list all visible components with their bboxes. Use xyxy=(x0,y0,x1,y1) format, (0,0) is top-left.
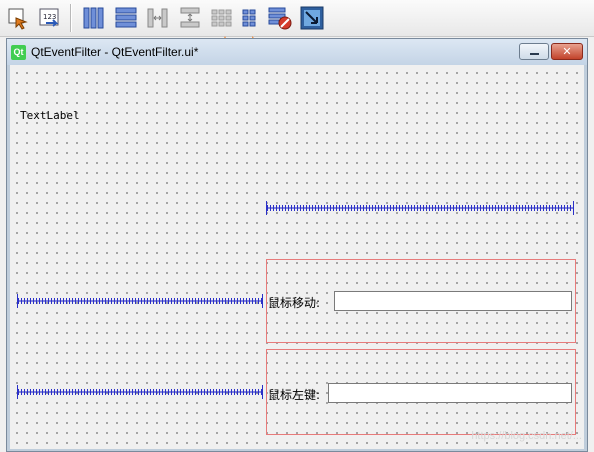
window-title: QtEventFilter - QtEventFilter.ui* xyxy=(31,45,199,59)
designer-toolbar: 123 xyxy=(0,0,594,37)
left-button-label[interactable]: 鼠标左键: xyxy=(268,386,320,403)
text-label[interactable]: TextLabel xyxy=(20,109,80,122)
left-button-field[interactable] xyxy=(328,383,572,403)
form-canvas[interactable]: TextLabel 鼠标移动: 鼠标左键: xyxy=(10,65,584,449)
adjust-size-icon[interactable] xyxy=(300,6,324,30)
toolbar-separator xyxy=(70,4,71,32)
minimize-button[interactable] xyxy=(519,43,549,60)
layout-horizontal-icon[interactable] xyxy=(82,6,106,30)
mouse-move-label[interactable]: 鼠标移动: xyxy=(268,294,320,311)
qt-logo: Qt xyxy=(11,45,26,60)
break-layout-icon[interactable] xyxy=(268,6,292,30)
watermark: https://blog.csdn.net/... xyxy=(471,430,582,442)
close-button[interactable]: ✕ xyxy=(551,43,583,60)
mouse-move-layout[interactable]: 鼠标移动: xyxy=(266,259,576,343)
layout-vertical-icon[interactable] xyxy=(114,6,138,30)
window-titlebar: Qt QtEventFilter - QtEventFilter.ui* ✕ xyxy=(7,39,587,65)
form-window: Qt QtEventFilter - QtEventFilter.ui* ✕ T… xyxy=(6,38,588,452)
layout-form-icon[interactable] xyxy=(238,6,262,30)
mouse-move-field[interactable] xyxy=(334,291,572,311)
horizontal-spacer[interactable] xyxy=(17,385,263,399)
svg-text:123: 123 xyxy=(43,13,56,21)
edit-widgets-icon[interactable] xyxy=(6,6,30,30)
layout-vertical-splitter-icon[interactable] xyxy=(178,6,202,30)
horizontal-spacer[interactable] xyxy=(17,294,263,308)
edit-tab-order-icon[interactable]: 123 xyxy=(38,6,62,30)
layout-grid-icon[interactable] xyxy=(210,6,234,30)
horizontal-spacer[interactable] xyxy=(266,201,574,215)
left-button-layout[interactable]: 鼠标左键: xyxy=(266,349,576,435)
layout-horizontal-splitter-icon[interactable] xyxy=(146,6,170,30)
